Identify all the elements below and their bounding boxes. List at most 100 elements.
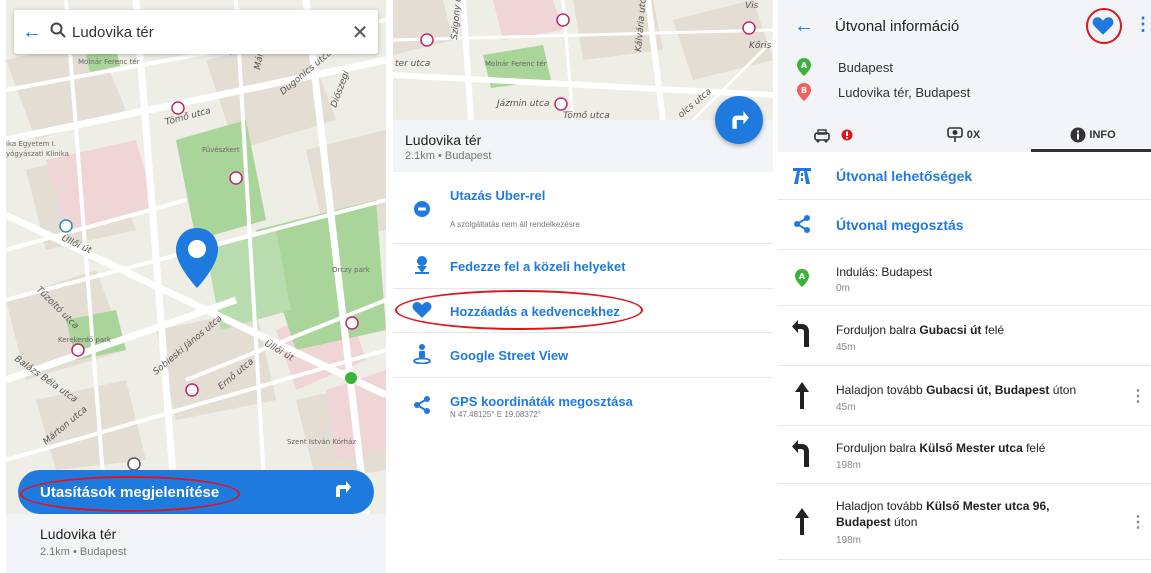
route-info-screen: ← Útvonal információ ⋮ A Budapest B Ludo… bbox=[778, 0, 1151, 573]
route-options-label: Útvonal lehetőségek bbox=[836, 168, 973, 184]
place-card[interactable]: Ludovika tér 2.1km • Budapest bbox=[6, 514, 386, 573]
share-icon bbox=[792, 215, 812, 238]
menu-item-explore-nearby[interactable]: Fedezze fel a közeli helyeket bbox=[393, 244, 773, 289]
svg-text:Szent István Kórház: Szent István Kórház bbox=[287, 438, 356, 446]
route-step[interactable]: A Indulás: Budapest 0m bbox=[778, 250, 1151, 306]
svg-text:yógyászati Klinika: yógyászati Klinika bbox=[6, 150, 69, 158]
turn-left-icon bbox=[792, 440, 809, 467]
show-directions-button[interactable]: Utasítások megjelenítése bbox=[18, 470, 374, 514]
tab-traffic[interactable] bbox=[798, 122, 868, 152]
svg-text:Kőris: Kőris bbox=[749, 41, 772, 51]
menu-item-label: GPS koordináták megosztása bbox=[450, 394, 633, 409]
route-options-row[interactable]: Útvonal lehetőségek bbox=[778, 152, 1151, 200]
menu-item-add-favorite[interactable]: Hozzáadás a kedvencekhez bbox=[393, 289, 773, 333]
turn-right-icon bbox=[332, 479, 352, 505]
tab-speed-cameras[interactable]: 0X bbox=[928, 122, 998, 152]
route-tabs: 0X INFO bbox=[778, 122, 1151, 152]
car-traffic-icon bbox=[814, 129, 831, 143]
turn-left-icon bbox=[792, 320, 809, 347]
route-step[interactable]: Forduljon balra Külső Mester utca felé 1… bbox=[778, 426, 1151, 484]
svg-text:Molnár Ferenc tér: Molnár Ferenc tér bbox=[485, 60, 547, 68]
place-actions-screen: Szigony u Kálvária utca ter utca Jázmin … bbox=[393, 0, 773, 573]
route-destination: B Ludovika tér, Budapest bbox=[778, 82, 1151, 106]
show-directions-label: Utasítások megjelenítése bbox=[40, 483, 220, 501]
share-icon bbox=[411, 396, 433, 418]
menu-item-label: Utazás Uber-rel bbox=[450, 188, 546, 203]
menu-item-sublabel: A szolgáltatás nem áll rendelkezésre bbox=[450, 220, 580, 229]
route-step[interactable]: Haladjon tovább Külső Mester utca 96, Bu… bbox=[778, 484, 1151, 560]
menu-item-share-gps[interactable]: GPS koordináták megosztása N 47.48125° E… bbox=[393, 378, 773, 436]
place-title: Ludovika tér bbox=[405, 132, 482, 148]
menu-item-label: Google Street View bbox=[450, 348, 569, 363]
search-icon bbox=[50, 22, 72, 43]
step-instruction: Forduljon balra Külső Mester utca felé bbox=[836, 441, 1046, 455]
back-arrow-icon[interactable]: ← bbox=[14, 21, 50, 44]
svg-text:A: A bbox=[801, 61, 808, 70]
highway-icon bbox=[792, 165, 812, 190]
tab-info[interactable]: INFO bbox=[1048, 122, 1138, 152]
map-view[interactable]: Szigony u Kálvária utca ter utca Jázmin … bbox=[393, 0, 773, 120]
route-step[interactable]: Forduljon balra Gubacsi út felé 45m bbox=[778, 306, 1151, 366]
route-origin: A Budapest bbox=[778, 57, 1151, 81]
heart-icon bbox=[1092, 17, 1114, 35]
step-distance: 198m bbox=[836, 460, 862, 471]
menu-item-street-view[interactable]: Google Street View bbox=[393, 333, 773, 378]
alert-icon bbox=[841, 129, 853, 141]
svg-text:Tömő utca: Tömő utca bbox=[563, 111, 610, 120]
svg-text:Vis: Vis bbox=[745, 1, 759, 11]
route-step[interactable]: Haladjon tovább Gubacsi út, Budapest úto… bbox=[778, 366, 1151, 426]
svg-text:A: A bbox=[799, 272, 806, 281]
straight-arrow-icon bbox=[795, 382, 809, 409]
uber-icon bbox=[411, 200, 433, 222]
tab-info-label: INFO bbox=[1089, 129, 1116, 141]
search-bar[interactable]: ← Ludovika tér ✕ bbox=[14, 10, 378, 54]
search-result-screen: Illés utca Dugonics utca Tömő utca Üllői… bbox=[6, 0, 386, 573]
marker-b-icon: B bbox=[797, 83, 811, 101]
step-distance: 0m bbox=[836, 283, 850, 294]
info-icon bbox=[1070, 127, 1086, 143]
step-instruction: Haladjon tovább Gubacsi út, Budapest úto… bbox=[836, 383, 1077, 397]
close-icon[interactable]: ✕ bbox=[342, 20, 378, 45]
place-subtitle: 2.1km • Budapest bbox=[40, 546, 127, 558]
destination-text: Ludovika tér, Budapest bbox=[838, 85, 971, 100]
step-distance: 45m bbox=[836, 402, 856, 413]
step-distance: 198m bbox=[836, 535, 862, 546]
marker-a-icon: A bbox=[795, 269, 809, 287]
speed-camera-count: 0X bbox=[966, 129, 981, 141]
svg-text:Molnár Ferenc tér: Molnár Ferenc tér bbox=[78, 58, 140, 66]
location-pin-icon bbox=[174, 226, 220, 290]
gps-coordinates: N 47.48125° E 19.08372° bbox=[450, 410, 541, 419]
place-subtitle: 2.1km • Budapest bbox=[405, 150, 492, 162]
route-share-row[interactable]: Útvonal megosztás bbox=[778, 200, 1151, 250]
step-more-icon[interactable]: ⋮ bbox=[1130, 512, 1146, 532]
marker-a-icon: A bbox=[797, 58, 811, 76]
back-arrow-icon[interactable]: ← bbox=[794, 15, 814, 38]
step-instruction: Indulás: Budapest bbox=[836, 265, 933, 279]
svg-text:Jázmin utca: Jázmin utca bbox=[495, 99, 549, 109]
svg-text:Orczy park: Orczy park bbox=[332, 266, 371, 274]
search-input[interactable]: Ludovika tér bbox=[72, 24, 342, 41]
more-options-icon[interactable]: ⋮ bbox=[1134, 14, 1151, 35]
route-header: ← Útvonal információ ⋮ A Budapest B Ludo… bbox=[778, 0, 1151, 152]
street-view-icon bbox=[411, 344, 433, 366]
straight-arrow-icon bbox=[795, 508, 809, 535]
person-pin-icon bbox=[411, 255, 433, 277]
directions-fab-button[interactable] bbox=[715, 96, 763, 144]
page-title: Útvonal információ bbox=[835, 18, 960, 35]
step-instruction: Haladjon tovább Külső Mester utca 96, Bu… bbox=[836, 499, 1050, 529]
step-more-icon[interactable]: ⋮ bbox=[1130, 386, 1146, 406]
menu-item-uber[interactable]: Utazás Uber-rel A szolgáltatás nem áll r… bbox=[393, 172, 773, 244]
svg-text:Kerekerdő park: Kerekerdő park bbox=[58, 335, 112, 344]
turn-right-icon bbox=[732, 111, 749, 129]
step-distance: 45m bbox=[836, 342, 856, 353]
route-share-label: Útvonal megosztás bbox=[836, 217, 964, 233]
svg-text:ter utca: ter utca bbox=[395, 59, 430, 69]
favorite-heart-button[interactable] bbox=[1092, 16, 1114, 42]
heart-icon bbox=[411, 301, 433, 323]
svg-text:Füvészkert: Füvészkert bbox=[202, 146, 240, 154]
menu-item-label: Hozzáadás a kedvencekhez bbox=[450, 304, 620, 319]
svg-text:ika Egyetem I.: ika Egyetem I. bbox=[6, 140, 56, 148]
svg-text:B: B bbox=[801, 86, 807, 95]
origin-text: Budapest bbox=[838, 60, 893, 75]
step-instruction: Forduljon balra Gubacsi út felé bbox=[836, 323, 1005, 337]
